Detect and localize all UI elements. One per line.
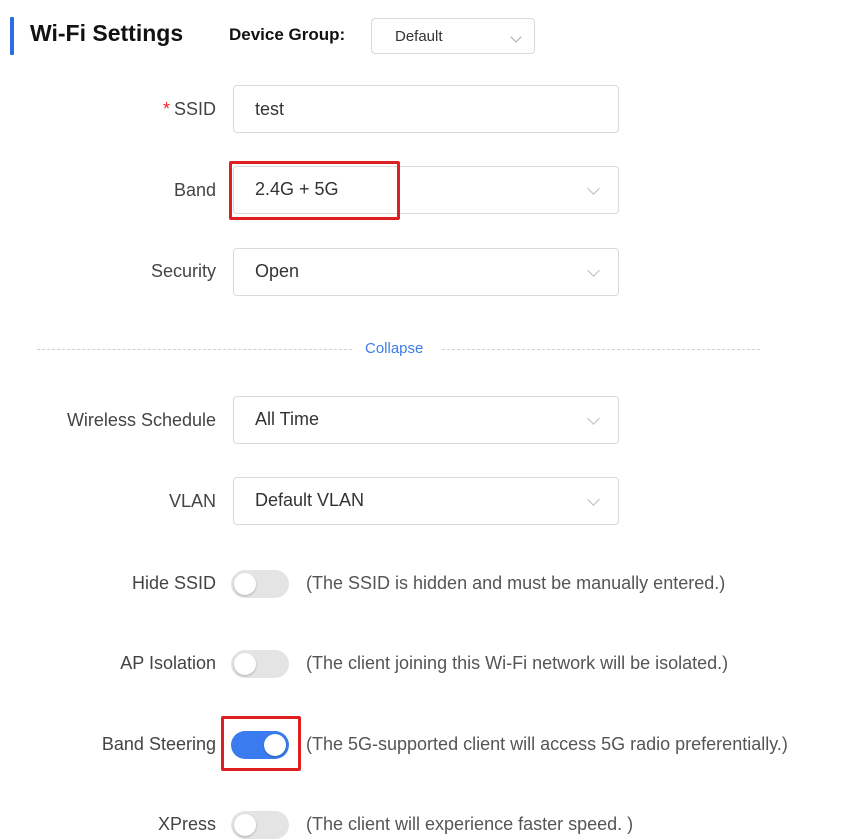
wireless-schedule-label: Wireless Schedule <box>66 410 216 430</box>
chevron-down-icon <box>587 264 600 277</box>
band-steering-label: Band Steering <box>101 734 216 754</box>
chevron-down-icon <box>587 493 600 506</box>
page-title: Wi-Fi Settings <box>30 20 184 46</box>
ssid-label-text: SSID <box>173 99 216 119</box>
vlan-value: Default VLAN <box>255 490 365 510</box>
divider-right <box>442 349 760 351</box>
title-accent-bar <box>10 17 14 55</box>
ssid-label: * SSID <box>163 97 216 121</box>
device-group-label: Device Group: <box>229 25 346 44</box>
band-highlight-box <box>229 161 400 220</box>
wireless-schedule-value: All Time <box>255 409 320 429</box>
toggle-knob <box>234 653 256 675</box>
chevron-down-icon <box>587 412 600 425</box>
collapse-link[interactable]: Collapse <box>365 340 423 357</box>
vlan-label: VLAN <box>168 491 216 511</box>
ap-isolation-toggle[interactable] <box>231 650 289 678</box>
toggle-knob <box>234 573 256 595</box>
security-value: Open <box>255 261 300 281</box>
ap-isolation-hint: (The client joining this Wi-Fi network w… <box>306 653 729 673</box>
ap-isolation-label: AP Isolation <box>120 653 216 673</box>
band-steering-hint: (The 5G-supported client will access 5G … <box>306 734 788 754</box>
chevron-down-icon <box>587 182 600 195</box>
ssid-input[interactable] <box>233 85 619 133</box>
hide-ssid-label: Hide SSID <box>131 573 216 593</box>
band-label: Band <box>173 180 216 200</box>
band-steering-highlight-box <box>221 716 301 771</box>
hide-ssid-hint: (The SSID is hidden and must be manually… <box>306 573 726 593</box>
chevron-down-icon <box>510 31 522 43</box>
xpress-label: XPress <box>157 814 216 834</box>
device-group-select[interactable]: Default <box>371 18 535 54</box>
security-label: Security <box>150 261 216 281</box>
xpress-hint: (The client will experience faster speed… <box>306 814 634 834</box>
security-select[interactable]: Open <box>233 248 619 296</box>
required-mark: * <box>162 99 170 119</box>
wireless-schedule-select[interactable]: All Time <box>233 396 619 444</box>
hide-ssid-toggle[interactable] <box>231 570 289 598</box>
vlan-select[interactable]: Default VLAN <box>233 477 619 525</box>
divider-left <box>37 349 352 351</box>
toggle-knob <box>234 814 256 836</box>
xpress-toggle[interactable] <box>231 811 289 839</box>
device-group-value: Default <box>395 28 443 45</box>
